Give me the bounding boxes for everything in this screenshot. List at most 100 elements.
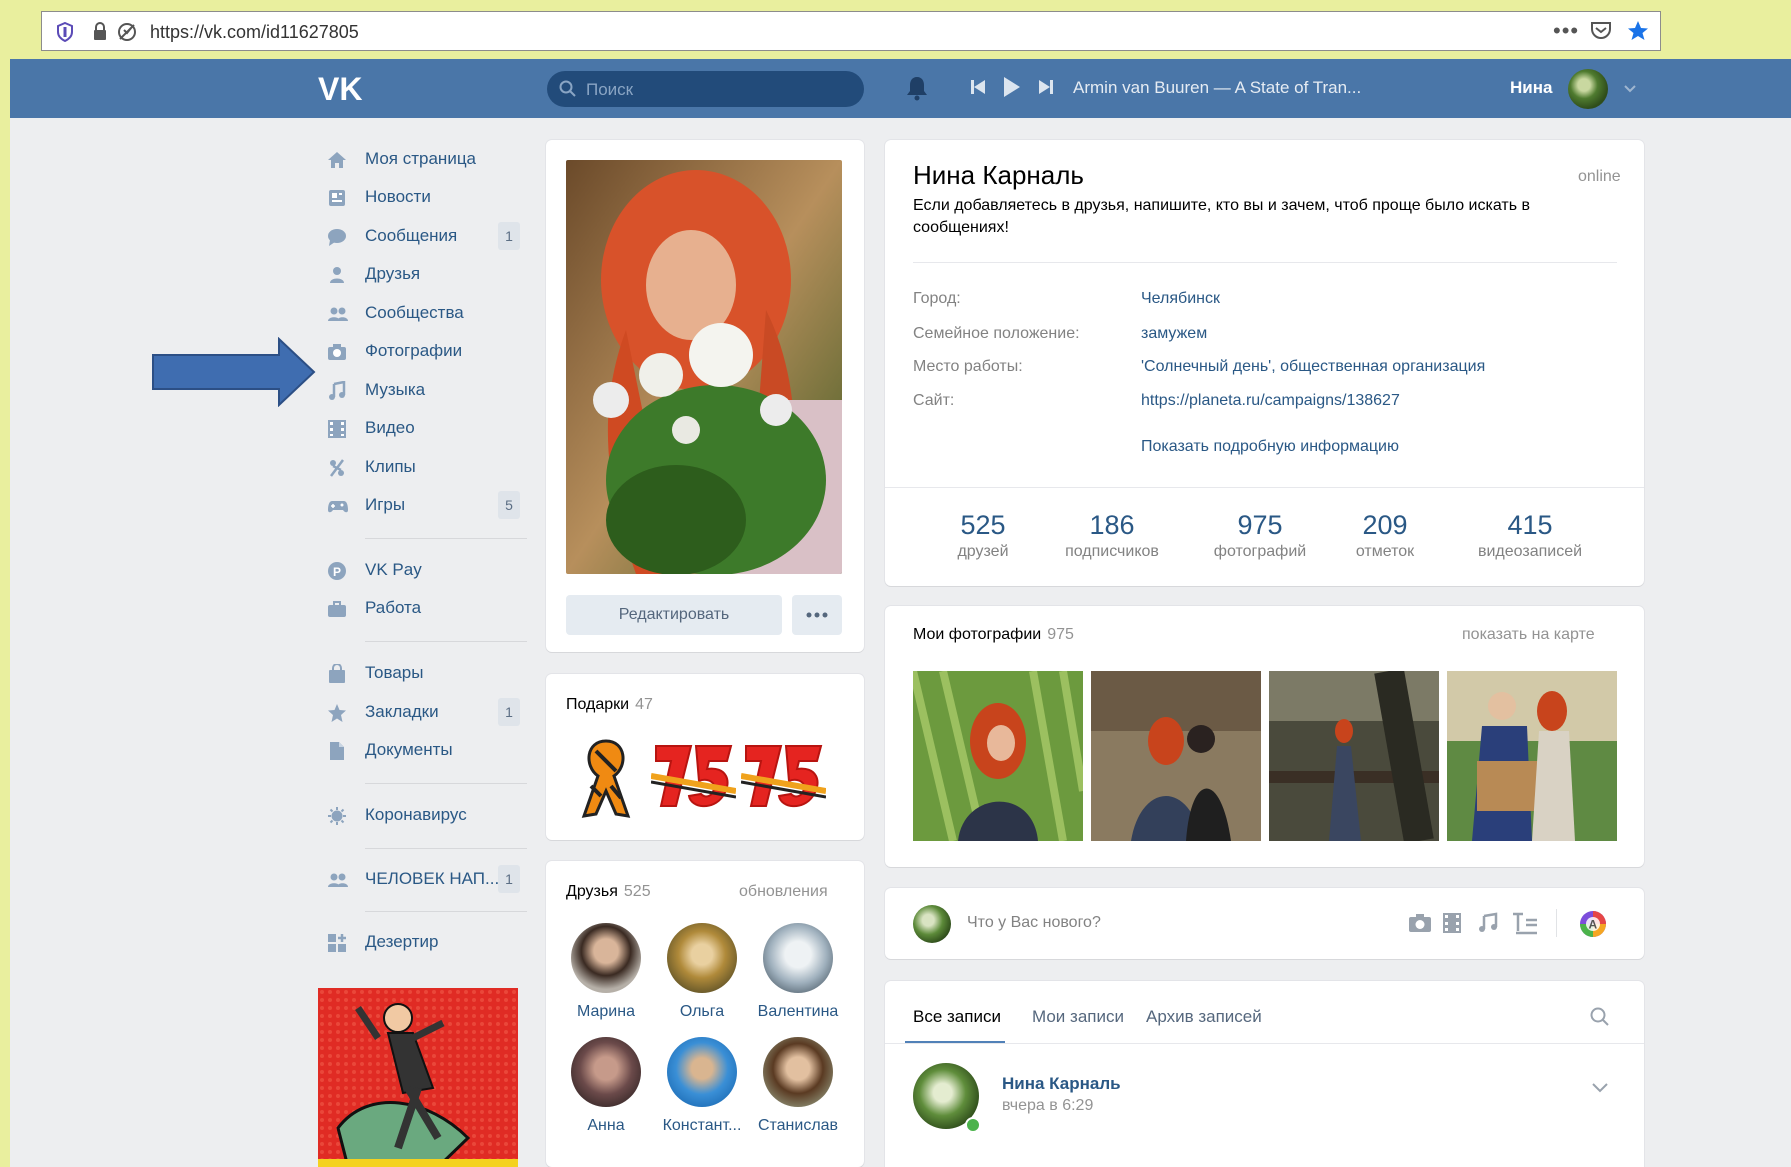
tracking-shield-icon[interactable] (56, 21, 74, 47)
tab-archive[interactable]: Архив записей (1146, 1007, 1262, 1027)
menu-item-work[interactable]: Работа (310, 591, 540, 625)
new-post-input[interactable]: Что у Вас нового? (967, 914, 1101, 932)
friends-card: Друзья 525 обновления Марина Ольга Валент… (546, 861, 864, 1167)
info-key: Семейное положение: (913, 325, 1080, 342)
permissions-icon[interactable] (116, 21, 138, 48)
menu-item-communities[interactable]: Сообщества (310, 296, 540, 330)
gifts-header[interactable]: Подарки 47 (566, 696, 653, 714)
article-icon[interactable] (1512, 911, 1538, 940)
show-more-info-link[interactable]: Показать подробную информацию (1141, 438, 1399, 456)
menu-item-goods[interactable]: Товары (310, 656, 540, 690)
menu-label: VK Pay (365, 560, 422, 579)
chevron-down-icon[interactable] (1591, 1081, 1609, 1099)
tab-all-posts[interactable]: Все записи (913, 1007, 1001, 1027)
search-input[interactable]: Поиск (547, 71, 864, 107)
friends-header[interactable]: Друзья 525 (566, 883, 651, 901)
messages-icon (327, 227, 347, 247)
menu-item-messages[interactable]: Сообщения 1 (310, 219, 540, 253)
menu-label: Клипы (365, 457, 416, 476)
friend-item[interactable]: Станислав (750, 1037, 846, 1135)
photo-thumbnail[interactable] (1447, 671, 1617, 841)
photo-thumbnail[interactable] (1091, 671, 1261, 841)
url-text[interactable]: https://vk.com/id11627805 (150, 22, 359, 43)
menu-item-my-page[interactable]: Моя страница (310, 142, 540, 176)
menu-item-games[interactable]: Игры 5 (310, 488, 540, 522)
photos-title: Мои фотографии (913, 626, 1042, 643)
stat-label: фотографий (1213, 543, 1307, 560)
menu-item-group[interactable]: ЧЕЛОВЕК НАП... 1 (310, 862, 540, 896)
now-playing-track[interactable]: Armin van Buuren — A State of Tran... (1073, 78, 1361, 98)
previous-track-icon[interactable] (970, 79, 986, 100)
info-value-link[interactable]: https://planeta.ru/campaigns/138627 (1141, 392, 1400, 410)
menu-item-documents[interactable]: Документы (310, 733, 540, 767)
friend-icon (327, 265, 347, 285)
chevron-down-icon[interactable] (1623, 81, 1637, 99)
vkpay-icon: P (327, 561, 347, 581)
menu-divider (365, 783, 527, 784)
stat-videos[interactable]: 415 видеозаписей (1455, 510, 1605, 561)
photos-header[interactable]: Мои фотографии 975 (913, 626, 1074, 644)
profile-photo[interactable] (566, 160, 842, 574)
star-icon (327, 703, 347, 723)
bookmark-star-icon[interactable] (1626, 19, 1650, 48)
menu-item-clips[interactable]: Клипы (310, 450, 540, 484)
menu-item-video[interactable]: Видео (310, 411, 540, 445)
stat-tags[interactable]: 209 отметок (1335, 510, 1435, 561)
stat-photos[interactable]: 975 фотографий (1195, 510, 1325, 561)
notifications-bell-icon[interactable] (905, 75, 929, 106)
info-value-link[interactable]: 'Солнечный день', общественная организац… (1141, 358, 1485, 376)
promo-banner[interactable] (318, 988, 518, 1167)
vk-logo-icon[interactable]: VK (318, 71, 366, 108)
menu-item-music[interactable]: Музыка (310, 373, 540, 407)
photo-thumbnail[interactable] (1269, 671, 1439, 841)
menu-item-friends[interactable]: Друзья (310, 257, 540, 291)
play-icon[interactable] (1003, 76, 1021, 103)
user-name[interactable]: Нина (1510, 78, 1552, 98)
friend-name: Анна (587, 1117, 625, 1134)
friend-avatar (571, 923, 641, 993)
friend-item[interactable]: Констант... (654, 1037, 750, 1135)
vk-page: VK Поиск Armin van Buuren — A State of T… (10, 59, 1791, 1167)
photo-thumbnail[interactable] (913, 671, 1083, 841)
ribbon-gift-icon[interactable] (576, 736, 636, 826)
more-actions-button[interactable] (792, 595, 842, 635)
gift-75-icon[interactable] (650, 736, 737, 821)
info-value-link[interactable]: Челябинск (1141, 290, 1220, 308)
color-post-icon[interactable]: A (1579, 910, 1607, 943)
menu-item-dezertir[interactable]: Дезертир (310, 925, 540, 959)
friend-item[interactable]: Ольга (654, 923, 750, 1021)
user-avatar[interactable] (1568, 69, 1608, 109)
new-post-card[interactable]: Что у Вас нового? A (885, 888, 1644, 959)
info-value-link[interactable]: замужем (1141, 325, 1207, 343)
menu-item-vkpay[interactable]: P VK Pay (310, 553, 540, 587)
menu-label: Музыка (365, 380, 426, 399)
video-icon[interactable] (1442, 912, 1462, 939)
show-on-map-link[interactable]: показать на карте (1462, 626, 1595, 644)
post-time[interactable]: вчера в 6:29 (1002, 1097, 1093, 1115)
profile-status-text[interactable]: Если добавляетесь в друзья, напишите, кт… (913, 195, 1613, 239)
tab-my-posts[interactable]: Мои записи (1032, 1007, 1124, 1027)
friend-item[interactable]: Марина (558, 923, 654, 1021)
post-author-name[interactable]: Нина Карналь (1002, 1074, 1121, 1094)
page-actions-icon[interactable]: ••• (1553, 18, 1579, 44)
gift-75-icon[interactable] (740, 736, 827, 821)
stat-friends[interactable]: 525 друзей (933, 510, 1033, 561)
menu-item-news[interactable]: Новости (310, 180, 540, 214)
address-bar[interactable]: https://vk.com/id11627805 ••• (41, 11, 1661, 51)
search-icon[interactable] (1590, 1007, 1610, 1032)
camera-icon[interactable] (1408, 912, 1432, 939)
menu-item-coronavirus[interactable]: Коронавирус (310, 798, 540, 832)
post-author-avatar (913, 905, 951, 943)
friend-item[interactable]: Анна (558, 1037, 654, 1135)
stat-subscribers[interactable]: 186 подписчиков (1047, 510, 1177, 561)
music-icon (327, 380, 347, 401)
friend-item[interactable]: Валентина (750, 923, 846, 1021)
menu-item-photos[interactable]: Фотографии (310, 334, 540, 368)
pocket-icon[interactable] (1590, 21, 1612, 46)
lock-icon[interactable] (92, 22, 108, 47)
next-track-icon[interactable] (1038, 79, 1054, 100)
friends-updates-link[interactable]: обновления (739, 883, 828, 901)
menu-item-bookmarks[interactable]: Закладки 1 (310, 695, 540, 729)
music-icon[interactable] (1477, 912, 1499, 939)
edit-profile-button[interactable]: Редактировать (566, 595, 782, 635)
